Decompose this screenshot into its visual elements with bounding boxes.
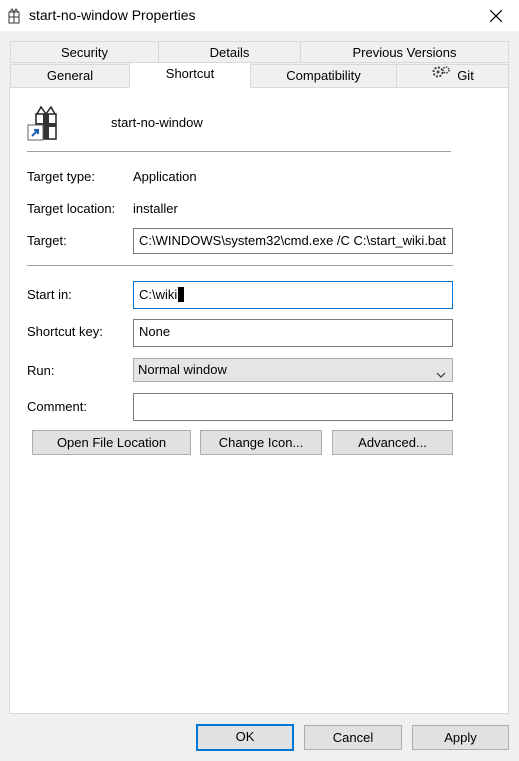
ok-button[interactable]: OK [196, 724, 294, 751]
target-type-label: Target type: [27, 169, 95, 184]
shortcut-icon [27, 105, 61, 143]
target-input[interactable]: C:\WINDOWS\system32\cmd.exe /C C:\start_… [133, 228, 453, 254]
tab-security[interactable]: Security [10, 41, 159, 63]
separator [27, 151, 451, 152]
tab-shortcut[interactable]: Shortcut [129, 62, 251, 88]
run-label: Run: [27, 363, 55, 378]
target-label: Target: [27, 233, 67, 248]
tab-compatibility[interactable]: Compatibility [250, 64, 397, 88]
target-location-label: Target location: [27, 201, 116, 216]
open-file-location-button[interactable]: Open File Location [32, 430, 191, 455]
git-icon [431, 64, 451, 86]
apply-button[interactable]: Apply [412, 725, 509, 750]
shortcut-key-label: Shortcut key: [27, 324, 103, 339]
advanced-button[interactable]: Advanced... [332, 430, 453, 455]
shortcut-key-input[interactable]: None [133, 319, 453, 347]
start-in-label: Start in: [27, 287, 72, 302]
shortcut-panel: start-no-window Target type: Application… [9, 87, 509, 714]
run-select[interactable]: Normal window [133, 358, 453, 382]
close-icon [490, 9, 502, 22]
target-type-value: Application [133, 169, 197, 184]
comment-input[interactable] [133, 393, 453, 421]
close-button[interactable] [473, 0, 519, 31]
start-in-input[interactable]: C:\wiki [133, 281, 453, 309]
shortcut-name: start-no-window [111, 115, 203, 130]
window-title: start-no-window Properties [29, 7, 196, 23]
app-icon [6, 8, 22, 24]
chevron-down-icon [436, 365, 446, 378]
comment-label: Comment: [27, 399, 87, 414]
tab-git[interactable]: Git [396, 64, 509, 88]
tab-details[interactable]: Details [158, 41, 301, 63]
separator [27, 265, 453, 266]
tab-previous-versions[interactable]: Previous Versions [300, 41, 509, 63]
text-cursor [178, 287, 185, 303]
target-location-value: installer [133, 201, 178, 216]
tab-general[interactable]: General [10, 64, 130, 88]
cancel-button[interactable]: Cancel [304, 725, 402, 750]
title-bar: start-no-window Properties [0, 0, 519, 31]
change-icon-button[interactable]: Change Icon... [200, 430, 322, 455]
